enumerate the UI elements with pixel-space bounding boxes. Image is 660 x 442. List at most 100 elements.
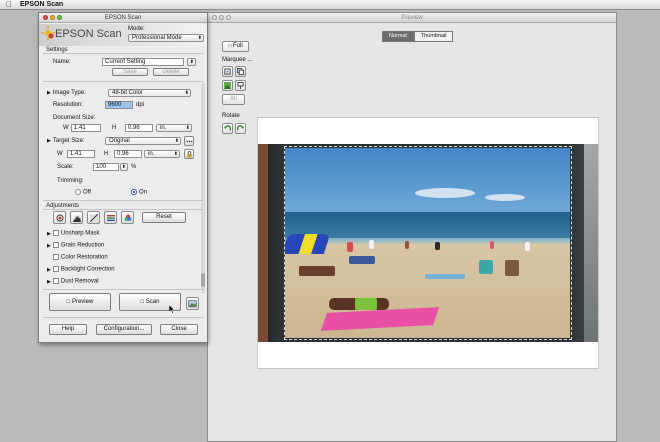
preview-window: Preview Normal Thumbnail □ Full Marquee …: [207, 12, 617, 442]
tone-curve-icon: [90, 214, 98, 222]
option-dust-removal[interactable]: ▶ Dust Removal: [47, 278, 99, 285]
color-palette-button[interactable]: [121, 211, 134, 224]
help-button[interactable]: Help: [49, 324, 87, 335]
name-label: Name:: [53, 59, 71, 65]
option-unsharp-mask[interactable]: ▶ Unsharp Mask: [47, 230, 100, 237]
folder-photo-icon: [188, 300, 197, 308]
marquee-image-button[interactable]: [222, 80, 233, 91]
scrollbar-thumb[interactable]: [201, 273, 205, 287]
target-width-value: 1.41: [70, 151, 82, 157]
apple-menu-icon[interactable]: : [6, 0, 12, 9]
full-icon: □: [228, 43, 232, 49]
dust-removal-checkbox[interactable]: [52, 278, 59, 284]
target-height-label: H: [104, 151, 109, 157]
scale-label: Scale:: [57, 164, 74, 170]
target-size-select[interactable]: Original: [105, 137, 181, 145]
scale-stepper[interactable]: [120, 163, 128, 171]
full-button-label: Full: [233, 43, 243, 49]
trimming-on-option[interactable]: On: [131, 189, 147, 196]
disclosure-triangle-icon[interactable]: ▶: [47, 138, 51, 144]
disclosure-triangle-icon[interactable]: ▶: [47, 279, 51, 285]
resolution-unit: dpi: [136, 102, 145, 108]
preview-icon: □: [66, 299, 71, 305]
setting-name-field[interactable]: Current Setting: [102, 58, 184, 66]
close-window-button[interactable]: [212, 15, 217, 20]
tone-curve-button[interactable]: [87, 211, 100, 224]
scan-button-label: Scan: [145, 299, 160, 305]
target-size-edit-button[interactable]: [184, 136, 194, 146]
preview-canvas[interactable]: [257, 117, 599, 369]
copy-marquee-icon: [236, 68, 244, 75]
disclosure-triangle-icon[interactable]: ▶: [47, 267, 51, 273]
doc-width-label: W: [63, 125, 69, 131]
tab-normal[interactable]: Normal: [382, 31, 414, 42]
zoom-window-button[interactable]: [57, 15, 62, 20]
doc-unit-value: in.: [160, 125, 167, 131]
backlight-correction-checkbox[interactable]: [52, 266, 59, 272]
save-setting-button[interactable]: Save: [112, 68, 148, 76]
image-type-select[interactable]: 48-bit Color: [108, 89, 191, 97]
option-grain-reduction[interactable]: ▶ Grain Reduction: [47, 242, 104, 249]
rotate-right-button[interactable]: [234, 123, 246, 134]
trimming-off-option[interactable]: Off: [75, 189, 91, 196]
all-button[interactable]: All: [222, 94, 245, 105]
setting-name-dropdown[interactable]: [187, 58, 196, 66]
grain-reduction-checkbox[interactable]: [52, 242, 59, 248]
copy-marquee-button[interactable]: [234, 66, 246, 77]
resolution-field[interactable]: 9600: [105, 101, 133, 109]
file-save-settings-button[interactable]: [186, 297, 199, 310]
minimize-window-button[interactable]: [50, 15, 55, 20]
preview-button[interactable]: □ Preview: [49, 293, 111, 311]
minimize-window-button[interactable]: [219, 15, 224, 20]
rotate-left-button[interactable]: [222, 123, 233, 134]
zoom-window-button[interactable]: [226, 15, 231, 20]
doc-height-field[interactable]: 0.96: [125, 124, 153, 132]
disclosure-triangle-icon[interactable]: ▶: [47, 231, 51, 237]
delete-marquee-button[interactable]: [234, 80, 246, 91]
configuration-button[interactable]: Configuration...: [96, 324, 152, 335]
image-adjustment-button[interactable]: [104, 211, 117, 224]
doc-width-value: 1.41: [74, 125, 86, 131]
auto-locate-button[interactable]: [222, 66, 233, 77]
auto-exposure-button[interactable]: [53, 211, 66, 224]
disclosure-triangle-icon[interactable]: ▶: [47, 90, 51, 96]
doc-unit-select[interactable]: in.: [156, 124, 192, 132]
unsharp-mask-checkbox[interactable]: [52, 230, 59, 236]
film-edge-left: [258, 144, 284, 342]
target-width-field[interactable]: 1.41: [67, 150, 95, 158]
rotate-label: Rotate: [222, 113, 240, 119]
close-button[interactable]: Close: [160, 324, 198, 335]
trimming-on-radio[interactable]: [131, 189, 137, 195]
option-color-restoration[interactable]: Color Restoration: [53, 254, 108, 261]
tab-thumbnail[interactable]: Thumbnail: [413, 31, 454, 42]
color-restoration-checkbox[interactable]: [53, 254, 59, 260]
marquee-frame[interactable]: [284, 146, 572, 340]
close-window-button[interactable]: [43, 15, 48, 20]
unsharp-mask-label: Unsharp Mask: [60, 230, 100, 237]
full-button[interactable]: □ Full: [222, 41, 249, 52]
doc-width-field[interactable]: 1.41: [71, 124, 101, 132]
delete-marquee-icon: [237, 82, 244, 89]
target-height-field[interactable]: 0.96: [114, 150, 142, 158]
scale-field[interactable]: 100: [93, 163, 119, 171]
reset-button[interactable]: Reset: [142, 212, 186, 223]
mode-select[interactable]: Professional Mode: [128, 34, 204, 42]
ellipsis-icon: [186, 140, 193, 143]
preview-button-label: Preview: [71, 299, 94, 305]
mode-select-value: Professional Mode: [132, 35, 182, 41]
auto-exposure-icon: [56, 214, 64, 222]
disclosure-triangle-icon[interactable]: ▶: [47, 243, 51, 249]
footer-divider: [43, 317, 203, 318]
preview-image[interactable]: [258, 144, 598, 342]
lock-aspect-button[interactable]: [184, 149, 194, 159]
trimming-off-radio[interactable]: [75, 189, 81, 195]
settings-scrollbar[interactable]: [201, 83, 205, 293]
histogram-button[interactable]: [70, 211, 83, 224]
delete-setting-button[interactable]: Delete: [153, 68, 189, 76]
scan-titlebar: EPSON Scan: [39, 13, 207, 23]
app-menu[interactable]: EPSON Scan: [20, 1, 63, 8]
target-unit-select[interactable]: in.: [144, 150, 180, 158]
trimming-on-label: On: [139, 189, 148, 196]
image-type-value: 48-bit Color: [112, 90, 144, 96]
option-backlight-correction[interactable]: ▶ Backlight Correction: [47, 266, 115, 273]
